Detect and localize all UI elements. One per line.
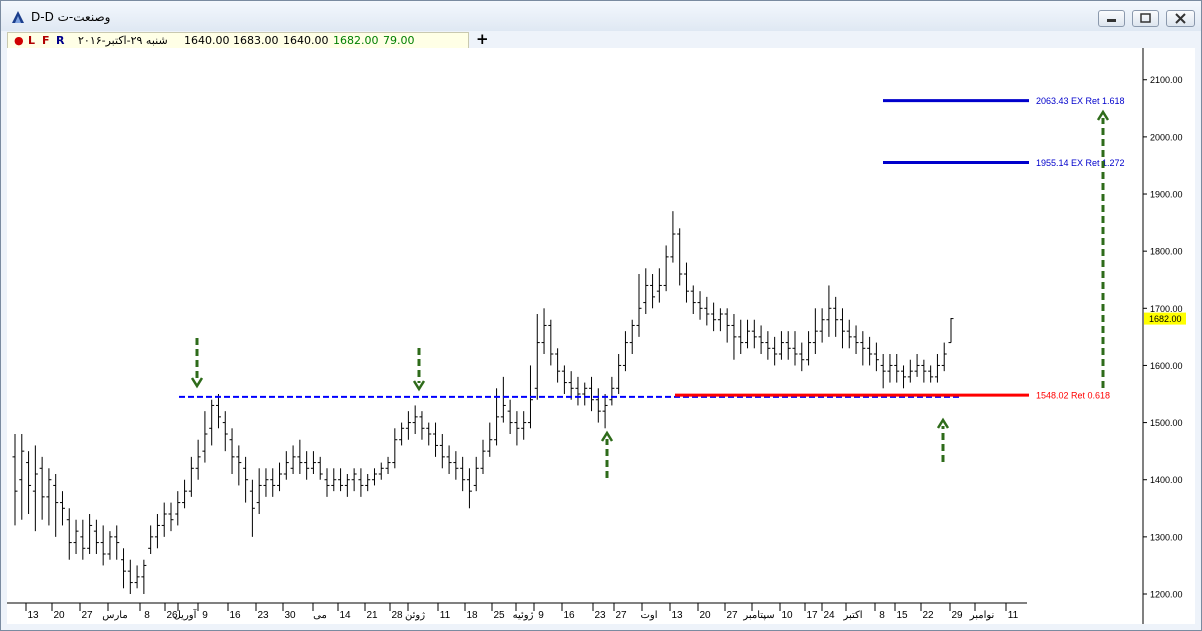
date-tick-label: اوت	[640, 610, 657, 621]
price-chart[interactable]: 2063.43 EX Ret 1.618 1955.14 EX Ret 1.272…	[7, 48, 1195, 624]
date-tick-label: 9	[538, 610, 544, 621]
quote-low: 1640.00	[283, 34, 329, 47]
date-tick-label: سپتامبر	[742, 610, 774, 621]
target-line-1618-label: 2063.43 EX Ret 1.618	[1036, 96, 1125, 106]
date-tick-label: 21	[366, 610, 378, 621]
date-tick-label: 23	[257, 610, 269, 621]
date-tick-label: نوامبر	[969, 610, 995, 621]
date-tick-label: مارس	[102, 610, 127, 621]
status-dot-icon: ●	[14, 34, 24, 47]
minimize-icon	[1107, 19, 1116, 22]
date-tick-label: 20	[699, 610, 711, 621]
date-tick-label: 13	[671, 610, 683, 621]
date-tick-label: 18	[466, 610, 478, 621]
date-tick-label: آوریل	[174, 608, 198, 621]
date-tick-label: 29	[951, 610, 963, 621]
date-tick-label: 24	[823, 610, 835, 621]
date-tick-label: 11	[440, 610, 451, 621]
date-tick-label: 30	[284, 610, 296, 621]
date-tick-label: 20	[53, 610, 65, 621]
price-tick-label: 1900.00	[1150, 190, 1183, 200]
price-tick-label: 1700.00	[1150, 304, 1183, 314]
target-line-1272-label: 1955.14 EX Ret 1.272	[1036, 158, 1125, 168]
maximize-button[interactable]	[1132, 10, 1159, 27]
close-button[interactable]	[1166, 10, 1195, 27]
last-price-label: 1682.00	[1149, 314, 1182, 324]
date-tick-label: 15	[896, 610, 908, 621]
date-tick-label: 11	[1008, 610, 1019, 621]
retracement-label: 1548.02 Ret 0.618	[1036, 391, 1110, 401]
date-tick-label: 10	[781, 610, 793, 621]
date-tick-label: 16	[229, 610, 241, 621]
price-tick-label: 1400.00	[1150, 475, 1183, 485]
date-tick-label: ژوئیه	[513, 610, 534, 621]
last-price-tag: 1682.00	[1144, 312, 1186, 325]
date-tick-label: 14	[339, 610, 351, 621]
date-tick-label: اکتبر	[842, 610, 862, 621]
chart-window: وصنعت-ت D-D ● L F R شنبه ۲۹-اکتبر-۲۰۱۶ 1…	[0, 0, 1202, 631]
date-tick-label: 22	[922, 610, 934, 621]
date-tick-label: ژوئن	[405, 610, 425, 621]
date-tick-label: 23	[594, 610, 606, 621]
quote-close: 1682.00	[333, 34, 379, 47]
marker-l[interactable]: L	[28, 34, 35, 47]
quote-info-bar: ● L F R شنبه ۲۹-اکتبر-۲۰۱۶ 1640.00 1683.…	[7, 32, 469, 49]
price-tick-label: 1800.00	[1150, 247, 1183, 257]
price-tick-label: 2100.00	[1150, 75, 1183, 85]
date-tick-label: 8	[879, 610, 885, 621]
date-tick-label: می	[313, 610, 327, 621]
window-title: وصنعت-ت D-D	[31, 10, 111, 24]
date-tick-label: 9	[202, 610, 208, 621]
marker-r[interactable]: R	[56, 34, 64, 47]
price-tick-label: 1600.00	[1150, 361, 1183, 371]
add-symbol-button[interactable]: +	[476, 30, 489, 48]
date-tick-label: 28	[391, 610, 403, 621]
title-bar[interactable]: وصنعت-ت D-D	[1, 1, 1201, 31]
app-logo-icon	[12, 11, 24, 23]
date-tick-label: 16	[563, 610, 575, 621]
date-tick-label: 13	[27, 610, 39, 621]
close-icon	[1175, 13, 1186, 24]
date-tick-label: 27	[726, 610, 738, 621]
quote-date: شنبه ۲۹-اکتبر-۲۰۱۶	[78, 34, 168, 47]
date-tick-label: 8	[144, 610, 150, 621]
date-tick-label: 27	[81, 610, 93, 621]
date-tick-label: 27	[615, 610, 627, 621]
date-tick-label: 25	[493, 610, 505, 621]
quote-high: 1683.00	[233, 34, 279, 47]
minimize-button[interactable]	[1098, 10, 1125, 27]
maximize-icon	[1140, 13, 1151, 23]
price-tick-label: 1500.00	[1150, 418, 1183, 428]
quote-open: 1640.00	[184, 34, 230, 47]
price-tick-label: 1300.00	[1150, 532, 1183, 542]
marker-f[interactable]: F	[42, 34, 50, 47]
date-tick-label: 17	[806, 610, 818, 621]
price-tick-label: 2000.00	[1150, 132, 1183, 142]
quote-change: 79.00	[383, 34, 415, 47]
price-tick-label: 1200.00	[1150, 590, 1183, 600]
